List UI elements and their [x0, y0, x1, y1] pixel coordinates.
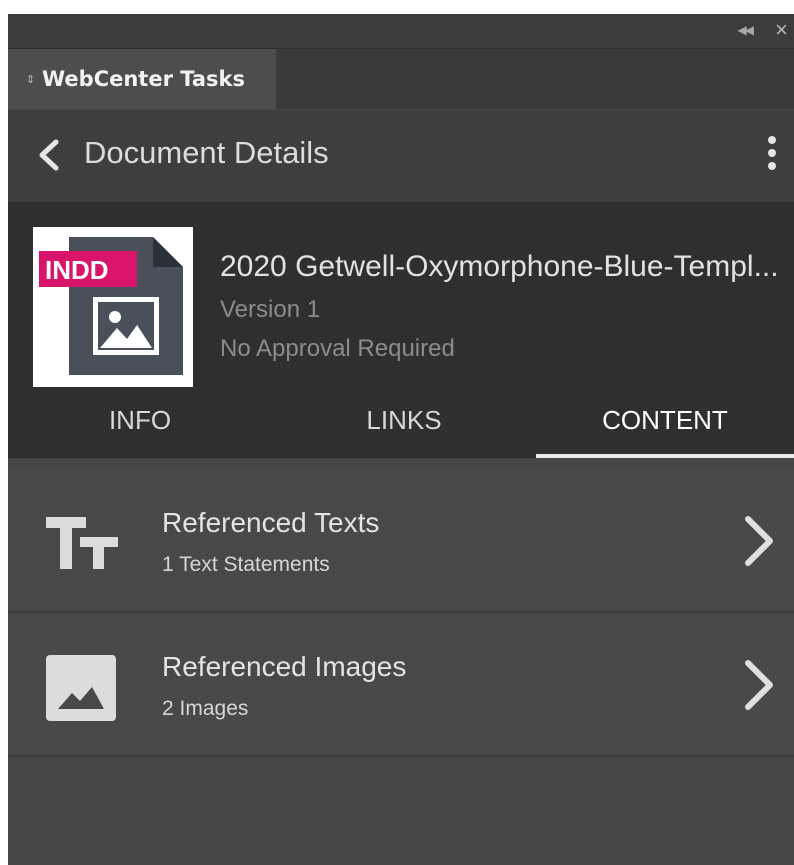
panel-topbar: ◀◀ ×: [8, 14, 794, 49]
image-icon: [46, 655, 116, 721]
list-item-title: Referenced Texts: [162, 507, 380, 538]
document-version: Version 1: [220, 296, 321, 323]
document-thumbnail: INDD: [33, 227, 193, 387]
kebab-menu-icon[interactable]: [764, 136, 780, 176]
document-summary: INDD 2020 Getwell-Oxymorphone-Blue-Templ…: [8, 202, 794, 458]
chevron-left-icon[interactable]: [34, 138, 64, 172]
chevron-right-icon[interactable]: [742, 513, 776, 569]
webcenter-tasks-panel: ◀◀ × ⇕ WebCenter Tasks Document Details: [8, 14, 794, 865]
list-item-subtitle: 1 Text Statements: [162, 553, 330, 576]
document-approval-status: No Approval Required: [220, 335, 455, 362]
details-header: Document Details: [8, 110, 794, 202]
page-title: Document Details: [84, 135, 329, 170]
close-icon[interactable]: ×: [775, 18, 788, 42]
text-type-icon: [46, 517, 118, 569]
list-item-subtitle: 2 Images: [162, 697, 249, 720]
document-tabs: INFO LINKS CONTENT: [8, 398, 794, 458]
document-name: 2020 Getwell-Oxymorphone-Blue-Templ...: [220, 250, 779, 283]
tab-info[interactable]: INFO: [8, 398, 272, 454]
panel-tab-webcenter-tasks[interactable]: ⇕ WebCenter Tasks: [8, 49, 276, 109]
indd-file-icon: INDD: [39, 237, 183, 375]
sort-arrows-icon: ⇕: [26, 73, 36, 86]
referenced-texts-item[interactable]: Referenced Texts 1 Text Statements: [8, 469, 794, 613]
panel-tabstrip: ⇕ WebCenter Tasks: [8, 49, 794, 109]
tab-content[interactable]: CONTENT: [536, 398, 794, 458]
tab-links[interactable]: LINKS: [272, 398, 536, 454]
chevron-right-icon[interactable]: [742, 657, 776, 713]
indd-badge: INDD: [45, 255, 109, 285]
panel-tab-label: WebCenter Tasks: [42, 67, 245, 91]
list-item-title: Referenced Images: [162, 651, 407, 682]
referenced-images-item[interactable]: Referenced Images 2 Images: [8, 613, 794, 757]
double-chevron-left-icon[interactable]: ◀◀: [738, 23, 755, 37]
